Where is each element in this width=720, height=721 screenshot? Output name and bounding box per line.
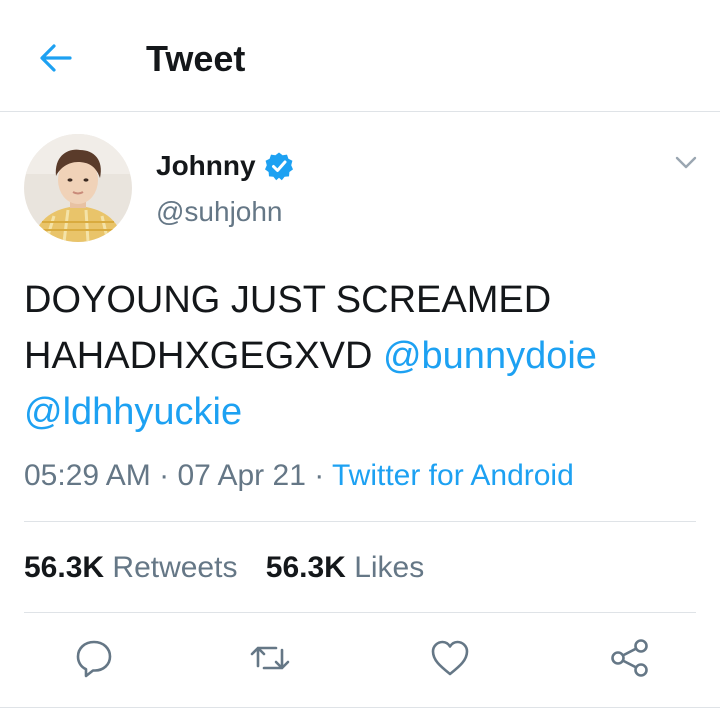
tweet-date: 07 Apr 21	[177, 459, 306, 492]
retweets-stat[interactable]: 56.3K Retweets	[24, 551, 237, 584]
avatar[interactable]	[24, 134, 132, 242]
likes-label: Likes	[345, 551, 425, 584]
author-name[interactable]: Johnny	[156, 150, 256, 182]
retweets-label: Retweets	[104, 551, 238, 584]
reply-icon[interactable]	[72, 636, 116, 680]
tweet-meta: 05:29 AM · 07 Apr 21 · Twitter for Andro…	[24, 456, 574, 496]
meta-separator: ·	[150, 459, 178, 492]
tweet-source-link[interactable]: Twitter for Android	[332, 459, 574, 492]
author-handle[interactable]: @suhjohn	[156, 196, 283, 228]
mention-link[interactable]: @bunnydoie	[383, 335, 597, 377]
retweet-icon[interactable]	[248, 636, 292, 680]
tweet-text-line: HAHADHXGEGXVD @bunnydoie	[24, 328, 704, 384]
tweet-time: 05:29 AM	[24, 459, 151, 492]
divider	[24, 521, 696, 522]
tweet-text: DOYOUNG JUST SCREAMED HAHADHXGEGXVD @bun…	[24, 272, 704, 440]
meta-separator: ·	[305, 459, 332, 492]
likes-stat[interactable]: 56.3K Likes	[266, 551, 424, 584]
tweet-text-line: DOYOUNG JUST SCREAMED	[24, 279, 552, 321]
top-bar: Tweet	[0, 0, 720, 112]
back-arrow-icon[interactable]	[36, 38, 76, 78]
likes-count: 56.3K	[265, 551, 346, 584]
author-name-row: Johnny	[156, 146, 294, 186]
share-icon[interactable]	[608, 636, 652, 680]
retweets-count: 56.3K	[24, 551, 105, 584]
tweet-text-plain: HAHADHXGEGXVD	[24, 335, 383, 377]
mention-link[interactable]: @ldhhyuckie	[24, 391, 242, 433]
divider	[0, 707, 720, 708]
tweet-stats: 56.3K Retweets 56.3K Likes	[24, 548, 424, 588]
chevron-down-icon[interactable]	[672, 148, 700, 176]
divider	[24, 612, 696, 613]
verified-badge-icon	[264, 151, 294, 181]
tweet-text-line: @ldhhyuckie	[24, 384, 704, 440]
page-title: Tweet	[146, 38, 246, 79]
like-icon[interactable]	[428, 636, 472, 680]
